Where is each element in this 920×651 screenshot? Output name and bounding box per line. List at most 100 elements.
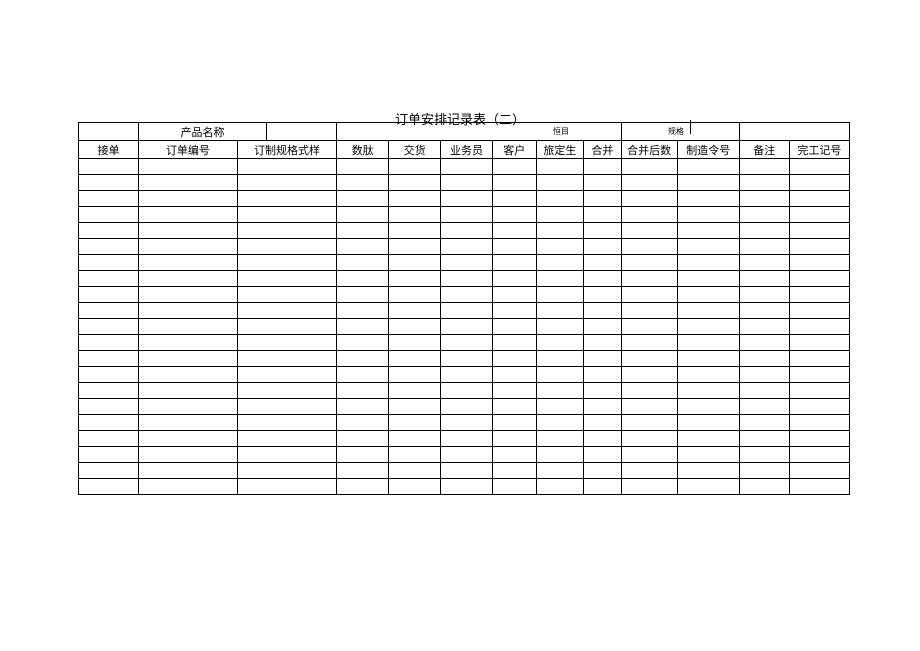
cell [677, 159, 739, 175]
table-row [79, 431, 850, 447]
cell [337, 463, 389, 479]
cell [337, 303, 389, 319]
cell [237, 271, 337, 287]
cell [621, 303, 677, 319]
cell [337, 431, 389, 447]
cell [139, 159, 238, 175]
col-lds: 旅定生 [536, 141, 584, 159]
cell [389, 431, 441, 447]
table-row [79, 447, 850, 463]
cell [237, 447, 337, 463]
cell [337, 383, 389, 399]
cell [739, 255, 789, 271]
cell [441, 335, 493, 351]
cell [621, 367, 677, 383]
cell [389, 351, 441, 367]
cell [79, 399, 139, 415]
cell [139, 463, 238, 479]
cell [677, 351, 739, 367]
cell [441, 383, 493, 399]
cell [389, 223, 441, 239]
cell [492, 447, 536, 463]
cell [492, 271, 536, 287]
cell [536, 223, 584, 239]
cell [677, 319, 739, 335]
cell [79, 287, 139, 303]
cell [389, 303, 441, 319]
cell [677, 303, 739, 319]
cell [492, 399, 536, 415]
cell [789, 351, 849, 367]
cell [441, 415, 493, 431]
cell [789, 287, 849, 303]
cell [237, 351, 337, 367]
cell [677, 415, 739, 431]
col-spec: 订制规格式样 [237, 141, 337, 159]
col-sales: 业务员 [441, 141, 493, 159]
cell [584, 335, 621, 351]
cell [536, 367, 584, 383]
cell [789, 175, 849, 191]
cell [621, 463, 677, 479]
cell [789, 223, 849, 239]
cell [139, 351, 238, 367]
cell [492, 175, 536, 191]
col-delivery: 交货 [389, 141, 441, 159]
cell [139, 175, 238, 191]
cell [789, 463, 849, 479]
cell [79, 175, 139, 191]
table-row [79, 351, 850, 367]
table-header-row: 接单 订单编号 订制规格式样 数肽 交货 业务员 客户 旅定生 合并 合并后数 … [79, 141, 850, 159]
cell [677, 383, 739, 399]
col-order-no: 订单编号 [139, 141, 238, 159]
cell [536, 335, 584, 351]
col-merge-qty: 合并后数 [621, 141, 677, 159]
cell [492, 367, 536, 383]
cell [79, 335, 139, 351]
table-row [79, 479, 850, 495]
cell [492, 479, 536, 495]
cell [139, 447, 238, 463]
table-row [79, 175, 850, 191]
cell [621, 399, 677, 415]
cell [337, 447, 389, 463]
cell [441, 303, 493, 319]
cell [441, 207, 493, 223]
cell [536, 319, 584, 335]
cell [492, 239, 536, 255]
table-row [79, 383, 850, 399]
cell [536, 463, 584, 479]
cell [584, 399, 621, 415]
cell [536, 383, 584, 399]
cell [739, 303, 789, 319]
cell [441, 479, 493, 495]
cell [739, 463, 789, 479]
cell [79, 271, 139, 287]
cell-blank-3 [337, 123, 621, 141]
cell [621, 287, 677, 303]
cell [79, 479, 139, 495]
cell [79, 447, 139, 463]
cell [492, 223, 536, 239]
cell [739, 335, 789, 351]
col-receive: 接单 [79, 141, 139, 159]
table-row [79, 463, 850, 479]
cell [739, 399, 789, 415]
cell [139, 255, 238, 271]
cell [441, 239, 493, 255]
cell [237, 255, 337, 271]
cell [79, 351, 139, 367]
cell [337, 287, 389, 303]
cell [337, 255, 389, 271]
cell [677, 479, 739, 495]
cell [389, 191, 441, 207]
cell [492, 383, 536, 399]
cell [584, 319, 621, 335]
cell [789, 271, 849, 287]
cell [739, 175, 789, 191]
cell [237, 335, 337, 351]
cell [584, 383, 621, 399]
cell [237, 207, 337, 223]
cell [584, 287, 621, 303]
cell [139, 335, 238, 351]
